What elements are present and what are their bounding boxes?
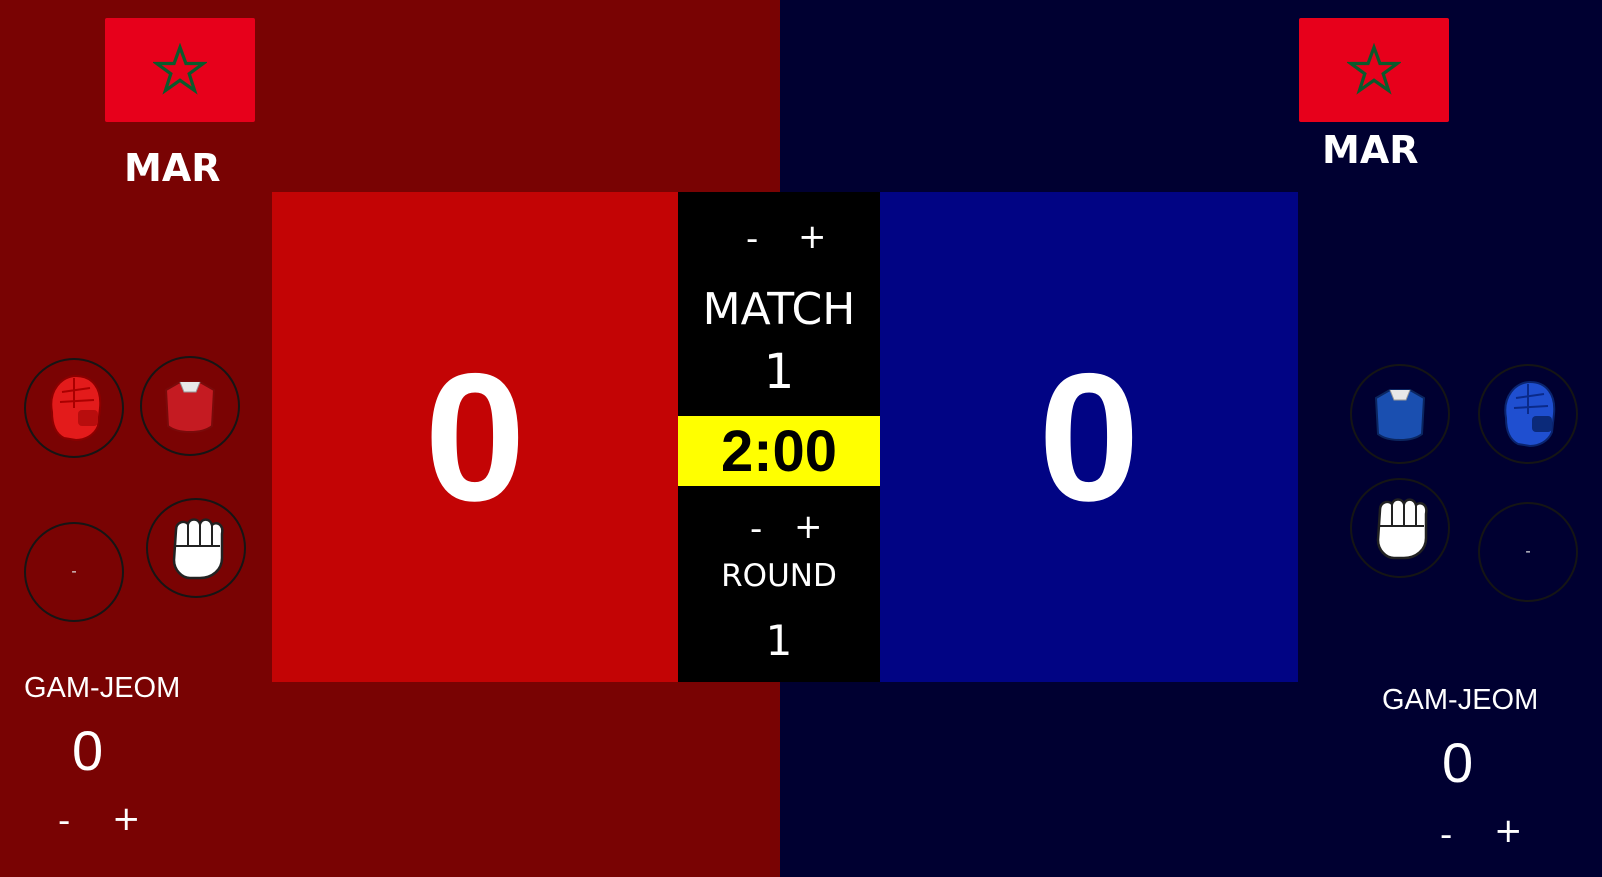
match-label: MATCH — [702, 284, 856, 335]
head-protector-blue-icon — [1504, 380, 1556, 448]
red-score: 0 — [424, 335, 526, 539]
blue-flag — [1299, 18, 1449, 122]
red-gamjeom-increment-button[interactable]: + — [112, 802, 141, 836]
red-gamjeom-label: GAM-JEOM — [24, 672, 181, 704]
red-flag — [105, 18, 255, 122]
body-protector-red-icon — [164, 381, 216, 433]
blue-head-sensor[interactable] — [1478, 364, 1578, 464]
empty-sensor-dash: - — [71, 563, 77, 580]
body-protector-blue-icon — [1374, 389, 1426, 441]
head-protector-red-icon — [50, 374, 102, 442]
blue-empty-sensor[interactable]: - — [1478, 502, 1578, 602]
blue-gamjeom-value: 0 — [1442, 731, 1474, 794]
blue-score: 0 — [1038, 335, 1140, 539]
pentagram-star-icon — [153, 43, 207, 95]
blue-gamjeom-label: GAM-JEOM — [1382, 684, 1539, 716]
round-decrement-button[interactable]: - — [750, 512, 762, 546]
blue-score-panel[interactable]: 0 — [880, 192, 1298, 682]
match-increment-button[interactable]: + — [798, 220, 827, 254]
red-gamjeom-value: 0 — [72, 719, 104, 782]
timer-value: 2:00 — [720, 418, 838, 484]
blue-country-code: MAR — [1322, 128, 1419, 172]
round-number: 1 — [765, 616, 793, 665]
match-decrement-button[interactable]: - — [746, 222, 758, 256]
round-label: ROUND — [721, 558, 837, 594]
red-punch-sensor[interactable] — [146, 498, 246, 598]
round-increment-button[interactable]: + — [794, 510, 823, 544]
match-control-panel: - + MATCH 1 2:00 - + ROUND 1 — [678, 192, 880, 682]
match-timer[interactable]: 2:00 — [678, 416, 880, 486]
match-number: 1 — [763, 344, 795, 400]
empty-sensor-dash: - — [1525, 543, 1531, 560]
punch-fist-icon — [172, 518, 224, 580]
red-country-code: MAR — [124, 146, 221, 190]
red-score-panel[interactable]: 0 — [272, 192, 678, 682]
red-gamjeom-decrement-button[interactable]: - — [58, 804, 70, 838]
blue-punch-sensor[interactable] — [1350, 478, 1450, 578]
blue-body-sensor[interactable] — [1350, 364, 1450, 464]
pentagram-star-icon — [1347, 43, 1401, 95]
blue-gamjeom-decrement-button[interactable]: - — [1440, 818, 1452, 852]
punch-fist-icon — [1376, 498, 1428, 560]
red-head-sensor[interactable] — [24, 358, 124, 458]
red-empty-sensor[interactable]: - — [24, 522, 124, 622]
blue-gamjeom-increment-button[interactable]: + — [1494, 814, 1523, 848]
red-body-sensor[interactable] — [140, 356, 240, 456]
